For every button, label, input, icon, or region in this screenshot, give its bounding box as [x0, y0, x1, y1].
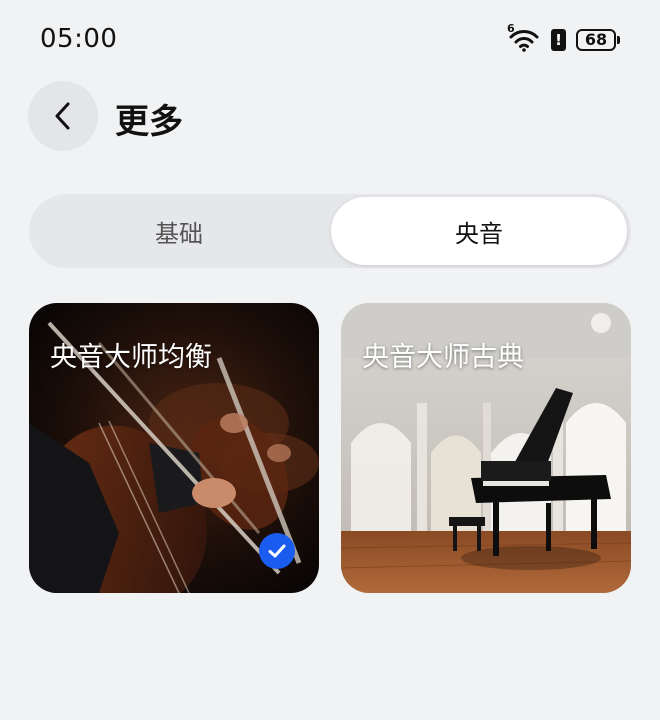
back-button[interactable]: [28, 81, 98, 151]
chevron-left-icon: [55, 102, 70, 130]
sound-card-balanced[interactable]: 央音大师均衡: [29, 303, 319, 593]
alert-icon: !: [551, 29, 566, 51]
status-icons: 6 ! 68: [507, 22, 620, 52]
status-time: 05:00: [40, 24, 118, 54]
page-title: 更多: [115, 102, 183, 142]
tab-basic[interactable]: 基础: [29, 194, 329, 268]
sound-card-title: 央音大师古典: [362, 342, 524, 373]
network-type-label: 6: [507, 22, 515, 35]
sound-card-title: 央音大师均衡: [50, 342, 212, 373]
wifi-icon: 6: [507, 22, 541, 52]
status-bar: 05:00 6 ! 68: [0, 0, 660, 80]
selected-check-icon: [259, 533, 295, 569]
tab-cmc[interactable]: 央音: [331, 197, 627, 265]
battery-level: 68: [576, 29, 616, 51]
sound-card-classical[interactable]: 央音大师古典: [341, 303, 631, 593]
battery-tip: [617, 36, 620, 44]
tab-segmented-control: 基础 央音: [29, 194, 631, 268]
battery-icon: 68: [576, 29, 620, 51]
screen: 05:00 6 ! 68 更多 基础 央音 央音大师均衡 央音大师古典: [0, 0, 660, 720]
